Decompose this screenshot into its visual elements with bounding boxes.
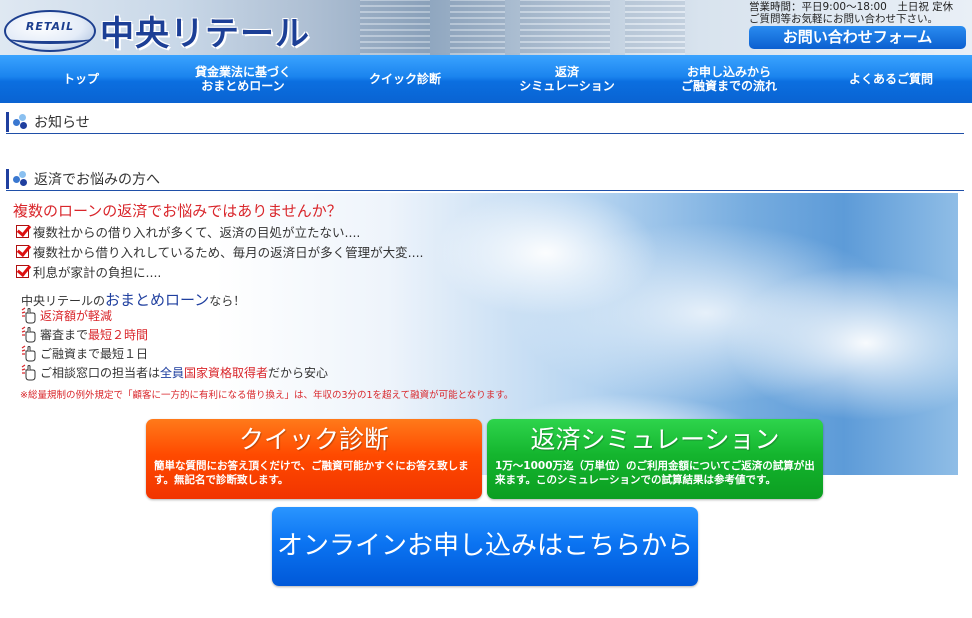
online-application-button[interactable]: オンラインお申し込みはこちらから (272, 507, 698, 586)
repayment-simulation-button[interactable]: 返済シミュレーション 1万～1000万迄（万単位）のご利用金額についてご返済の試… (487, 419, 823, 499)
benefit-text: 審査まで (40, 328, 89, 342)
red-check-icon (16, 225, 29, 238)
intro-highlight: おまとめローン (105, 291, 210, 309)
site-logo[interactable]: RETAIL 中央リテール (4, 6, 310, 55)
contact-form-button[interactable]: お問い合わせフォーム (749, 26, 966, 49)
benefit-blue: 全員 (160, 366, 185, 380)
check-item-text: 利息が家計の負担に.... (33, 265, 162, 280)
benefit-item: ご融資まで最短１日 (20, 345, 148, 362)
building-decoration (360, 0, 430, 55)
business-hours-line2: ご質問等お気軽にお問い合わせ下さい。 (749, 13, 938, 25)
business-hours: 営業時間：平日9:00～18:00 土日祝 定休 ご質問等お気軽にお問い合わせ下… (749, 1, 953, 25)
benefit-item: 返済額が軽減 (20, 307, 112, 324)
benefit-text: 返済額が軽減 (40, 309, 113, 323)
logo-badge-text: RETAIL (25, 20, 75, 33)
building-decoration (625, 0, 685, 55)
check-item-text: 複数社から借り入れしているため、毎月の返済日が多く管理が大変.... (33, 245, 424, 260)
nav-item-faq[interactable]: よくあるご質問 (810, 55, 972, 103)
news-section-heading: お知らせ (6, 110, 964, 134)
site-header: RETAIL 中央リテール 営業時間：平日9:00～18:00 土日祝 定休 ご… (0, 0, 972, 55)
check-item: 複数社からの借り入れが多くて、返済の目処が立たない.... (16, 222, 360, 241)
heading-bar (6, 111, 9, 132)
check-item: 複数社から借り入れしているため、毎月の返済日が多く管理が大変.... (16, 242, 424, 261)
benefit-item: 審査まで 最短２時間 (20, 326, 148, 343)
benefit-text: ご融資まで最短１日 (40, 347, 149, 361)
red-check-icon (16, 265, 29, 278)
trouble-section-heading: 返済でお悩みの方へ (6, 167, 964, 191)
heading-bar (6, 168, 9, 189)
pointing-hand-icon (21, 326, 36, 343)
nav-item-top[interactable]: トップ (0, 55, 162, 103)
business-hours-line1: 営業時間：平日9:00～18:00 土日祝 定休 (749, 1, 954, 13)
quick-diagnosis-button[interactable]: クイック診断 簡単な質問にお答え頂くだけで、ご融資可能かすぐにお答え致します。無… (146, 419, 482, 499)
news-section-title: お知らせ (34, 114, 90, 131)
logo-company-name: 中央リテール (100, 14, 310, 54)
pointing-hand-icon (21, 345, 36, 362)
intro-prefix: 中央リテールの (21, 294, 106, 308)
nav-item-quick-diagnosis[interactable]: クイック診断 (324, 55, 486, 103)
nav-item-repayment-simulation[interactable]: 返済 シミュレーション (486, 55, 648, 103)
benefit-highlight: 国家資格取得者 (184, 366, 269, 380)
benefit-highlight: 最短２時間 (88, 328, 149, 342)
building-decoration (450, 0, 505, 55)
blue-dots-icon (13, 113, 29, 130)
building-decoration (520, 0, 610, 55)
hero-question: 複数のローンの返済でお悩みではありませんか？ (13, 202, 342, 220)
quick-diagnosis-desc: 簡単な質問にお答え頂くだけで、ご融資可能かすぐにお答え致します。無記名で診断致し… (154, 460, 469, 486)
regulation-note: ※総量規制の例外規定で「顧客に一方的に有利になる借り換え」は、年収の3分の1を超… (20, 390, 514, 401)
pointing-hand-icon (21, 364, 36, 381)
benefit-text: ご相談窓口の担当者は (40, 366, 161, 380)
main-nav: トップ 貸金業法に基づく おまとめローン クイック診断 返済 シミュレーション … (0, 55, 972, 103)
retail-logo-icon: RETAIL (4, 9, 96, 52)
intro-suffix: なら！ (209, 294, 246, 308)
red-check-icon (16, 245, 29, 258)
repayment-simulation-title: 返済シミュレーション (530, 425, 780, 454)
check-item: 利息が家計の負担に.... (16, 262, 161, 281)
blue-dots-icon (13, 170, 29, 187)
nav-item-consolidation-loan[interactable]: 貸金業法に基づく おまとめローン (162, 55, 324, 103)
repayment-simulation-desc: 1万～1000万迄（万単位）のご利用金額についてご返済の試算が出来ます。このシミ… (495, 460, 815, 486)
nav-item-application-flow[interactable]: お申し込みから ご融資までの流れ (648, 55, 810, 103)
trouble-section-title: 返済でお悩みの方へ (34, 171, 160, 188)
check-item-text: 複数社からの借り入れが多くて、返済の目処が立たない.... (33, 225, 361, 240)
quick-diagnosis-title: クイック診断 (238, 425, 389, 454)
pointing-hand-icon (21, 307, 36, 324)
benefit-item: ご相談窓口の担当者は 全員 国家資格取得者 だから安心 (20, 364, 328, 381)
benefit-suffix: だから安心 (268, 366, 329, 380)
